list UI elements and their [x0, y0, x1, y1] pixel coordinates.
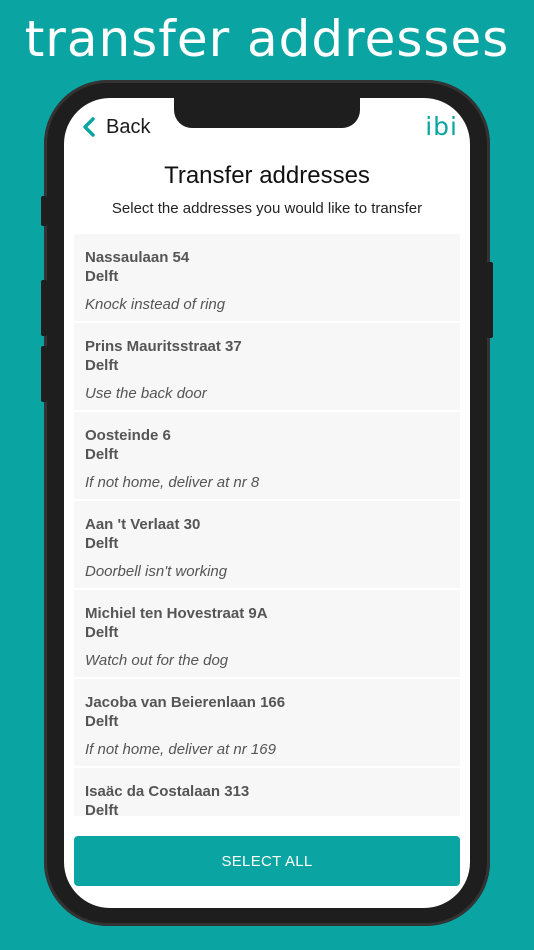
- phone-notch: [174, 98, 360, 128]
- address-city: Delft: [85, 446, 119, 463]
- app-screen: Back ibi Transfer addresses Select the a…: [64, 98, 470, 908]
- address-street: Nassaulaan 54: [85, 249, 190, 266]
- address-note: Knock instead of ring: [85, 296, 226, 313]
- address-street: Jacoba van Beierenlaan 166: [85, 694, 286, 711]
- address-street: Prins Mauritsstraat 37: [85, 338, 242, 355]
- address-street: Isaäc da Costalaan 313: [85, 783, 250, 800]
- address-note: Use the back door: [85, 385, 207, 402]
- address-city: Delft: [85, 535, 119, 552]
- address-item[interactable]: Isaäc da Costalaan 313 Delft: [74, 768, 460, 816]
- address-item[interactable]: Nassaulaan 54 Delft Knock instead of rin…: [74, 234, 460, 321]
- address-city: Delft: [85, 713, 119, 730]
- page-subtitle: Select the addresses you would like to t…: [111, 200, 423, 217]
- back-button[interactable]: Back: [82, 114, 150, 140]
- address-city: Delft: [85, 268, 119, 285]
- address-item[interactable]: Aan 't Verlaat 30 Delft Doorbell isn't w…: [74, 501, 460, 588]
- address-note: If not home, deliver at nr 8: [85, 474, 260, 491]
- phone-side-button: [41, 196, 47, 226]
- address-city: Delft: [85, 624, 119, 641]
- address-note: Watch out for the dog: [85, 652, 229, 669]
- address-item[interactable]: Michiel ten Hovestraat 9A Delft Watch ou…: [74, 590, 460, 677]
- chevron-left-icon: [83, 117, 95, 137]
- address-note: Doorbell isn't working: [85, 563, 228, 580]
- phone-volume-down: [41, 346, 47, 402]
- address-street: Aan 't Verlaat 30: [85, 516, 201, 533]
- phone-volume-up: [41, 280, 47, 336]
- address-city: Delft: [85, 357, 119, 374]
- phone-power-button: [487, 262, 493, 338]
- address-street: Oosteinde 6: [85, 427, 171, 444]
- address-item[interactable]: Jacoba van Beierenlaan 166 Delft If not …: [74, 679, 460, 766]
- select-all-button[interactable]: SELECT ALL: [74, 836, 460, 886]
- address-item[interactable]: Oosteinde 6 Delft If not home, deliver a…: [74, 412, 460, 499]
- address-city: Delft: [85, 802, 119, 816]
- address-item[interactable]: Prins Mauritsstraat 37 Delft Use the bac…: [74, 323, 460, 410]
- address-list: Nassaulaan 54 Delft Knock instead of rin…: [74, 234, 460, 816]
- address-street: Michiel ten Hovestraat 9A: [85, 605, 268, 622]
- address-note: If not home, deliver at nr 169: [85, 741, 276, 758]
- banner-title: transfer addresses: [24, 10, 510, 68]
- ibi-logo: ibi: [425, 112, 458, 141]
- back-label: Back: [106, 115, 151, 138]
- page-title: Transfer addresses: [164, 162, 370, 189]
